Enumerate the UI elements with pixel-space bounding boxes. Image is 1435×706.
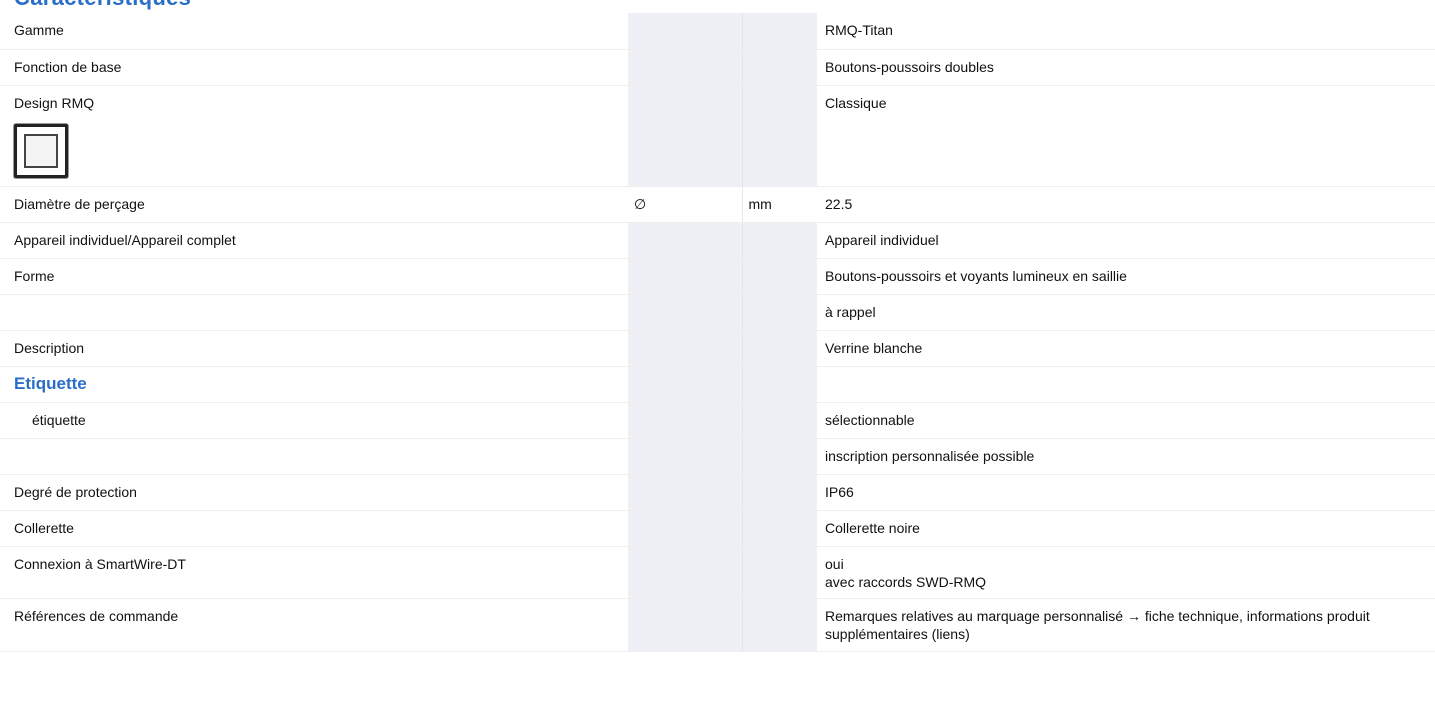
spec-row-references: Références de commande Remarques relativ… (0, 598, 1435, 652)
spec-row-diametre: Diamètre de perçage ∅ mm 22.5 (0, 186, 1435, 223)
square-frame-icon (14, 123, 68, 178)
spec-value: à rappel (817, 294, 1435, 331)
spec-value: avec raccords SWD-RMQ (825, 573, 987, 590)
spec-label: Collerette (0, 510, 628, 547)
spec-row-etiquette: étiquette sélectionnable (0, 402, 1435, 439)
spec-unit (742, 510, 817, 547)
spec-symbol (628, 402, 743, 439)
spec-label-cell: Design RMQ (0, 85, 628, 187)
spec-label: Appareil individuel/Appareil complet (0, 222, 628, 259)
spec-value: oui (825, 555, 844, 572)
spec-unit (742, 546, 817, 599)
spec-row-fonction: Fonction de base Boutons-poussoirs doubl… (0, 49, 1435, 86)
spec-value: Classique (817, 85, 1435, 187)
spec-row-protection: Degré de protection IP66 (0, 474, 1435, 511)
spec-symbol (628, 330, 743, 367)
spec-unit (742, 402, 817, 439)
spec-unit (742, 438, 817, 475)
spec-row-gamme: Gamme RMQ-Titan (0, 13, 1435, 50)
spec-label: Design RMQ (14, 94, 95, 111)
spec-symbol (628, 294, 743, 331)
spec-symbol (628, 49, 743, 86)
spec-row-smartwire: Connexion à SmartWire-DT oui avec raccor… (0, 546, 1435, 599)
spec-label: Références de commande (0, 598, 628, 652)
spec-symbol (628, 366, 743, 403)
spec-row-design: Design RMQ Classique (0, 85, 1435, 187)
spec-value: Appareil individuel (817, 222, 1435, 259)
spec-value: sélectionnable (817, 402, 1435, 439)
spec-value: Verrine blanche (817, 330, 1435, 367)
spec-symbol (628, 510, 743, 547)
spec-unit (742, 13, 817, 50)
spec-value: inscription personnalisée possible (817, 438, 1435, 475)
spec-label: Degré de protection (0, 474, 628, 511)
spec-label: Diamètre de perçage (0, 186, 628, 223)
spec-value-cell: oui avec raccords SWD-RMQ (817, 546, 1435, 599)
spec-unit (742, 258, 817, 295)
spec-value: Boutons-poussoirs doubles (817, 49, 1435, 86)
spec-row-forme: Forme Boutons-poussoirs et voyants lumin… (0, 258, 1435, 295)
spec-label (0, 438, 628, 475)
spec-symbol (628, 438, 743, 475)
spec-symbol (628, 13, 743, 50)
spec-section-etiquette: Etiquette (0, 366, 1435, 403)
spec-row-inscription: inscription personnalisée possible (0, 438, 1435, 475)
spec-table: Gamme RMQ-Titan Fonction de base Boutons… (0, 13, 1435, 652)
spec-label: Forme (0, 258, 628, 295)
spec-value (817, 366, 1435, 403)
spec-unit (742, 330, 817, 367)
spec-row-rappel: à rappel (0, 294, 1435, 331)
spec-row-collerette: Collerette Collerette noire (0, 510, 1435, 547)
spec-unit: mm (742, 186, 817, 223)
spec-unit (742, 85, 817, 187)
spec-value: IP66 (817, 474, 1435, 511)
spec-symbol (628, 546, 743, 599)
spec-value: Remarques relatives au marquage personna… (817, 598, 1435, 652)
spec-value: Boutons-poussoirs et voyants lumineux en… (817, 258, 1435, 295)
spec-symbol (628, 598, 743, 652)
spec-symbol (628, 85, 743, 187)
spec-unit (742, 474, 817, 511)
spec-value: 22.5 (817, 186, 1435, 223)
spec-symbol (628, 258, 743, 295)
section-title: Caractéristiques (14, 0, 191, 10)
spec-value: RMQ-Titan (817, 13, 1435, 50)
spec-row-description: Description Verrine blanche (0, 330, 1435, 367)
spec-value: Collerette noire (817, 510, 1435, 547)
diameter-symbol: ∅ (628, 186, 743, 223)
spec-unit (742, 598, 817, 652)
spec-label: Fonction de base (0, 49, 628, 86)
spec-symbol (628, 222, 743, 259)
spec-symbol (628, 474, 743, 511)
spec-unit (742, 222, 817, 259)
spec-label: Gamme (0, 13, 628, 50)
spec-row-appareil: Appareil individuel/Appareil complet App… (0, 222, 1435, 259)
spec-label: Description (0, 330, 628, 367)
spec-label: Connexion à SmartWire-DT (0, 546, 628, 599)
spec-unit (742, 294, 817, 331)
spec-label: étiquette (0, 402, 628, 439)
section-heading: Etiquette (0, 366, 628, 403)
spec-label (0, 294, 628, 331)
spec-unit (742, 366, 817, 403)
spec-unit (742, 49, 817, 86)
